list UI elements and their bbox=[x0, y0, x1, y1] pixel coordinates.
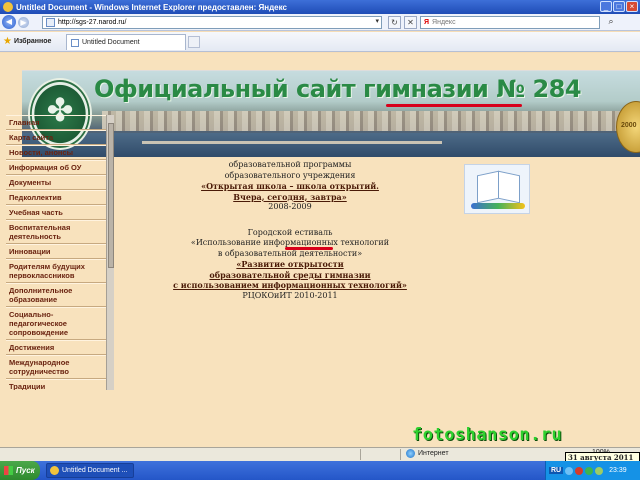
system-tray: RU 23:39 bbox=[545, 461, 640, 480]
refresh-icon[interactable]: ↻ bbox=[388, 16, 401, 29]
tab-label: Untitled Document bbox=[82, 39, 140, 46]
sidebar-item-social-support[interactable]: Социально-педагогическое сопровождение bbox=[6, 307, 114, 340]
globe-icon bbox=[406, 449, 415, 458]
sidebar-item-additional-education[interactable]: Дополнительное образование bbox=[6, 283, 114, 307]
open-school-link-cont[interactable]: Вчера, сегодня, завтра» bbox=[150, 192, 430, 203]
search-icon[interactable]: ⌕ bbox=[604, 16, 618, 29]
festival-word: естиваль bbox=[294, 227, 333, 237]
tray-app-icon[interactable] bbox=[585, 466, 594, 475]
festival-prefix: Городской bbox=[247, 227, 293, 237]
security-zone[interactable]: Интернет bbox=[406, 449, 449, 458]
internet-explorer-icon bbox=[3, 2, 13, 12]
maximize-button[interactable]: □ bbox=[613, 1, 625, 12]
years-text: 2008-2009 bbox=[268, 202, 312, 211]
festival-red-underline bbox=[285, 247, 333, 250]
address-field[interactable]: http://sgs-27.narod.ru/ ▾ bbox=[42, 16, 382, 29]
yandex-logo-icon: Я bbox=[424, 19, 430, 26]
search-placeholder: Яндекс bbox=[432, 19, 456, 26]
language-indicator[interactable]: RU bbox=[549, 467, 564, 474]
text-line: образовательной программы bbox=[228, 160, 352, 169]
favorites-bar: ★ Избранное Untitled Document bbox=[0, 32, 640, 52]
start-label: Пуск bbox=[16, 466, 35, 475]
status-bar: Интернет 100% bbox=[0, 447, 640, 461]
festival-line: Городской естиваль bbox=[150, 228, 430, 239]
site-title: Официальный сайт гимназии № 284 bbox=[94, 75, 582, 103]
sidebar-item-upbringing[interactable]: Воспитательная деятельность bbox=[6, 220, 114, 244]
sidebar-scrollbar[interactable] bbox=[106, 115, 114, 390]
forward-button[interactable]: ▶ bbox=[18, 16, 29, 28]
openness-link-cont[interactable]: с использованием информационных технолог… bbox=[150, 280, 430, 291]
sidebar-item-home[interactable]: Главная bbox=[6, 115, 114, 130]
city-skyline bbox=[102, 111, 640, 131]
back-button[interactable]: ◀ bbox=[2, 15, 16, 29]
window-titlebar[interactable]: Untitled Document - Windows Internet Exp… bbox=[0, 0, 640, 14]
river-image bbox=[22, 133, 640, 157]
main-article: образовательной программы образовательно… bbox=[150, 160, 430, 301]
address-dropdown-icon[interactable]: ▾ bbox=[375, 17, 379, 25]
volume-icon[interactable] bbox=[595, 466, 604, 475]
sidebar-item-innovations[interactable]: Инновации bbox=[6, 244, 114, 259]
window-title: Untitled Document - Windows Internet Exp… bbox=[16, 2, 287, 12]
sidebar-item-about[interactable]: Информация об ОУ bbox=[6, 160, 114, 175]
taskbar-item-label: Untitled Document ... bbox=[62, 467, 128, 474]
sidebar-item-news[interactable]: Новости, анонсы bbox=[6, 145, 114, 160]
address-url: http://sgs-27.narod.ru/ bbox=[58, 19, 127, 26]
zone-label: Интернет bbox=[418, 450, 449, 457]
taskbar-item-browser[interactable]: Untitled Document ... bbox=[46, 463, 134, 478]
new-tab-button[interactable] bbox=[188, 36, 200, 48]
sidebar-item-sitemap[interactable]: Карта сайта bbox=[6, 130, 114, 145]
address-toolbar: ◀ ▶ http://sgs-27.narod.ru/ ▾ ↻ ✕ Я Янде… bbox=[0, 14, 640, 31]
bridge-image bbox=[142, 141, 442, 144]
sidebar-item-documents[interactable]: Документы bbox=[6, 175, 114, 190]
clock[interactable]: 23:39 bbox=[609, 467, 627, 474]
start-button[interactable]: Пуск bbox=[0, 461, 40, 480]
sidebar-item-parents[interactable]: Родителям будущих первоклассников bbox=[6, 259, 114, 283]
openness-link[interactable]: «Развитие открытости bbox=[150, 259, 430, 270]
site-banner: ✤ Официальный сайт гимназии № 284 2000 bbox=[22, 70, 640, 157]
sidebar-item-traditions[interactable]: Традиции bbox=[6, 379, 114, 390]
openness-link-cont[interactable]: образовательной среды гимназии bbox=[150, 270, 430, 281]
open-school-link[interactable]: «Открытая школа – школа открытий. bbox=[150, 181, 430, 192]
tab-untitled-document[interactable]: Untitled Document bbox=[66, 34, 186, 50]
org-text: РЦОКОиИТ 2010-2011 bbox=[242, 290, 338, 300]
title-red-underline bbox=[386, 104, 522, 107]
search-input[interactable]: Я Яндекс bbox=[420, 16, 600, 29]
open-book-icon bbox=[464, 164, 530, 214]
taskbar: Пуск Untitled Document ... RU 23:39 bbox=[0, 461, 640, 480]
sidebar-nav: Главная Карта сайта Новости, анонсы Инфо… bbox=[6, 115, 114, 390]
topic-line: в образовательной деятельности» bbox=[217, 248, 363, 258]
medal-year: 2000 bbox=[621, 122, 637, 129]
page-icon bbox=[46, 18, 55, 27]
windows-flag-icon bbox=[4, 466, 13, 475]
close-button[interactable]: × bbox=[626, 1, 638, 12]
network-icon[interactable] bbox=[565, 466, 574, 475]
antivirus-icon[interactable] bbox=[575, 466, 584, 475]
watermark: fotoshanson.ru bbox=[412, 425, 563, 445]
stop-icon[interactable]: ✕ bbox=[404, 16, 417, 29]
tab-page-icon bbox=[71, 38, 79, 47]
scrollbar-thumb[interactable] bbox=[108, 123, 114, 268]
minimize-button[interactable]: _ bbox=[600, 1, 612, 12]
favorites-button[interactable]: Избранное bbox=[14, 38, 51, 45]
internet-explorer-icon bbox=[50, 466, 59, 475]
sidebar-item-staff[interactable]: Педколлектив bbox=[6, 190, 114, 205]
text-line: образовательного учреждения bbox=[224, 170, 356, 180]
favorites-star-icon[interactable]: ★ bbox=[3, 36, 12, 47]
sidebar-item-academic[interactable]: Учебная часть bbox=[6, 205, 114, 220]
sidebar-item-achievements[interactable]: Достижения bbox=[6, 340, 114, 355]
sidebar-item-international[interactable]: Международное сотрудничество bbox=[6, 355, 114, 379]
window-controls: _ □ × bbox=[600, 1, 638, 12]
